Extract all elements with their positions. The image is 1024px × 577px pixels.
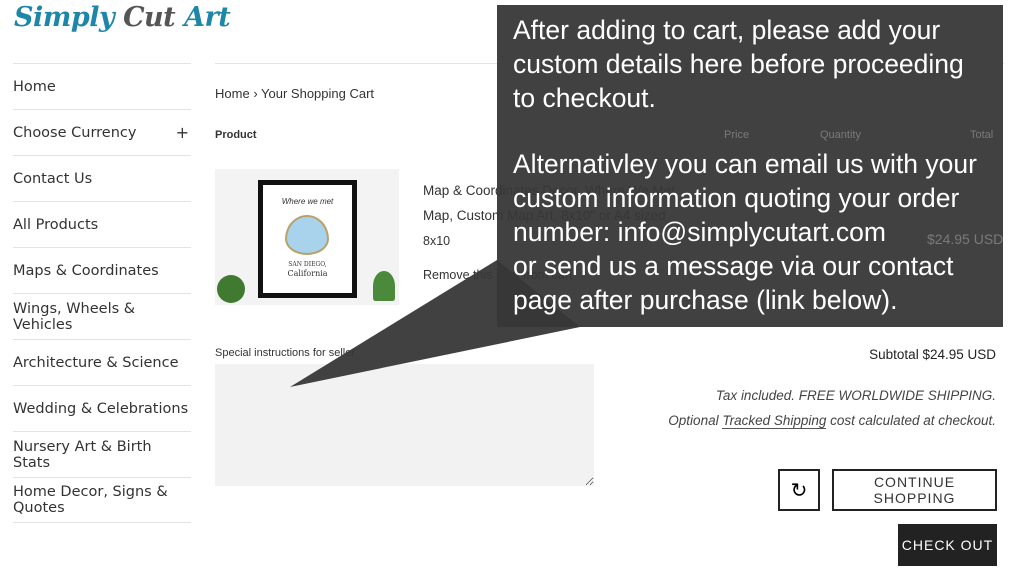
heart-map	[285, 215, 329, 255]
header-quantity: Quantity	[820, 129, 861, 141]
item-variant: 8x10	[423, 234, 451, 248]
callout-text-1: After adding to cart, please add your cu…	[513, 15, 964, 113]
sidebar-item-vehicles[interactable]: Wings, Wheels & Vehicles	[13, 293, 191, 339]
sidebar-item-home[interactable]: Home	[13, 63, 191, 109]
breadcrumb: Home › Your Shopping Cart	[215, 86, 375, 101]
sidebar-item-choose-currency[interactable]: Choose Currency +	[13, 109, 191, 155]
tracked-shipping-link[interactable]: Tracked Shipping	[722, 413, 827, 429]
checkout-button[interactable]: CHECK OUT	[898, 524, 997, 566]
callout-overlay: After adding to cart, please add your cu…	[497, 5, 1003, 327]
sidebar-item-architecture[interactable]: Architecture & Science	[13, 339, 191, 385]
update-cart-button[interactable]: ↻	[778, 469, 820, 511]
sidebar-item-home-decor[interactable]: Home Decor, Signs & Quotes	[13, 477, 191, 523]
product-image[interactable]: Where we met SAN DIEGO, California	[215, 169, 399, 305]
subtotal: Subtotal $24.95 USD	[869, 347, 996, 362]
sidebar-nav: Home Choose Currency + Contact Us All Pro…	[13, 63, 191, 523]
logo[interactable]: Simply Cut Art	[14, 2, 231, 33]
header-total: Total	[970, 129, 994, 141]
breadcrumb-home[interactable]: Home	[215, 86, 250, 101]
refresh-icon: ↻	[790, 479, 808, 502]
sidebar-item-all-products[interactable]: All Products	[13, 201, 191, 247]
sidebar-item-maps[interactable]: Maps & Coordinates	[13, 247, 191, 293]
header-price: Price	[724, 129, 750, 141]
plus-icon[interactable]: +	[176, 123, 189, 142]
plant-icon	[217, 275, 245, 303]
plant-icon	[373, 271, 395, 301]
item-total: $24.95 USD	[927, 231, 1004, 247]
sidebar-item-wedding[interactable]: Wedding & Celebrations	[13, 385, 191, 431]
special-instructions-input[interactable]	[215, 364, 594, 486]
sidebar-item-nursery[interactable]: Nursery Art & Birth Stats	[13, 431, 191, 477]
notes-label: Special instructions for seller	[215, 347, 356, 359]
sidebar-item-contact[interactable]: Contact Us	[13, 155, 191, 201]
header-product: Product	[215, 129, 257, 141]
continue-shopping-button[interactable]: CONTINUE SHOPPING	[832, 469, 997, 511]
tax-note: Tax included. FREE WORLDWIDE SHIPPING. Op…	[668, 388, 996, 429]
